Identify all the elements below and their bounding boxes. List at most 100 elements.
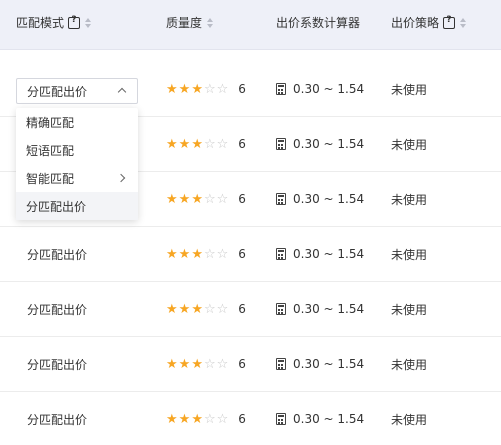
calculator-icon[interactable] (276, 358, 286, 370)
star-filled-icon: ★ (178, 191, 191, 207)
table-row: 分匹配出价 ★★★☆☆6 0.30 ~ 1.54 未使用 (0, 227, 501, 282)
star-empty-icon: ☆ (203, 246, 216, 262)
bid-calculator-cell[interactable]: 0.30 ~ 1.54 (276, 117, 364, 171)
table-row: 分匹配出价 ★★★☆☆ 6 0.30 ~ 1.54 未使用 (0, 282, 501, 337)
column-header-match-mode[interactable]: 匹配模式 (16, 0, 92, 45)
quality-cell: ★ ★ ★ ☆ ☆ 6 (166, 227, 246, 281)
calculator-icon[interactable] (276, 138, 286, 150)
bid-calculator-cell[interactable]: 0.30 ~ 1.54 (276, 282, 364, 336)
table-row: 分匹配出价★★★☆☆60.30 ~ 1.54未使用 (0, 392, 501, 445)
sort-icon[interactable] (207, 17, 214, 28)
match-mode-select-value: 分匹配出价 (27, 84, 88, 99)
star-empty-icon: ☆ (216, 411, 229, 427)
bid-strategy-cell: 未使用 (391, 172, 427, 226)
bid-coefficient-range: 0.30 ~ 1.54 (293, 247, 365, 261)
match-mode-text: 分匹配出价 (27, 357, 88, 372)
bid-strategy-text: 未使用 (391, 192, 428, 207)
star-filled-icon: ★ (178, 356, 191, 372)
column-header-bid-strategy[interactable]: 出价策略 (391, 0, 467, 45)
match-mode-text: 分匹配出价 (27, 247, 88, 262)
bid-strategy-header-label: 出价策略 (391, 16, 440, 30)
bid-strategy-cell: 未使用 (391, 227, 427, 281)
chevron-right-icon (116, 173, 126, 183)
quality-cell: ★ ★ ★ ☆ ☆ 6 (166, 282, 246, 336)
column-header-bid-calculator: 出价系数计算器 (276, 0, 360, 45)
star-rating: ★ ★ ★ ☆ ☆ (166, 248, 228, 261)
star-rating: ★ ★ ★ ☆ ☆ (166, 358, 228, 371)
quality-cell: ★ ★ ★ ☆ ☆ 6 (166, 62, 246, 116)
quality-score: 6 (238, 302, 246, 316)
star-filled-icon: ★ (191, 411, 203, 427)
quality-cell: ★ ★ ★ ☆ ☆ 6 (166, 117, 246, 171)
match-mode-cell[interactable]: 分匹配出价 (27, 337, 87, 391)
dropdown-option-label: 短语匹配 (26, 143, 75, 158)
bid-strategy-text: 未使用 (391, 82, 428, 97)
match-mode-text: 分匹配出价 (27, 412, 88, 427)
bid-strategy-cell: 未使用 (391, 337, 427, 391)
help-icon[interactable] (443, 15, 456, 29)
bid-strategy-text: 未使用 (391, 357, 428, 372)
sort-icon[interactable] (460, 17, 467, 28)
match-mode-cell[interactable]: 分匹配出价 (27, 227, 87, 281)
column-header-quality[interactable]: 质量度 (166, 0, 214, 45)
bid-coefficient-range: 0.30 ~ 1.54 (293, 412, 365, 426)
star-filled-icon: ★ (178, 246, 191, 262)
bid-strategy-text: 未使用 (391, 412, 428, 427)
star-rating: ★ ★ ★ ☆ ☆ (166, 413, 228, 426)
dropdown-option-phrase[interactable]: 短语匹配 (16, 136, 138, 164)
star-filled-icon: ★ (191, 301, 203, 317)
calculator-icon[interactable] (276, 303, 286, 315)
calculator-icon[interactable] (276, 248, 286, 260)
star-rating: ★ ★ ★ ☆ ☆ (166, 83, 228, 96)
bid-calculator-cell[interactable]: 0.30 ~ 1.54 (276, 337, 364, 391)
table-row: 分匹配出价★★★☆☆60.30 ~ 1.54未使用 (0, 337, 501, 392)
match-mode-dropdown-menu: 精确匹配 短语匹配 智能匹配 分匹配出价 (16, 108, 138, 220)
match-mode-cell[interactable]: 分匹配出价 (27, 392, 87, 445)
chevron-up-icon (117, 87, 127, 97)
star-filled-icon: ★ (166, 246, 178, 262)
bid-strategy-cell: 未使用 (391, 117, 427, 171)
star-filled-icon: ★ (178, 301, 191, 317)
dropdown-option-exact[interactable]: 精确匹配 (16, 108, 138, 136)
bid-strategy-cell: 未使用 (391, 62, 427, 116)
calculator-icon[interactable] (276, 413, 286, 425)
star-filled-icon: ★ (166, 356, 178, 372)
quality-cell: ★ ★ ★ ☆ ☆ 6 (166, 337, 246, 391)
star-filled-icon: ★ (191, 246, 203, 262)
dropdown-option-smart[interactable]: 智能匹配 (16, 164, 138, 192)
star-empty-icon: ☆ (216, 356, 229, 372)
star-empty-icon: ☆ (216, 191, 229, 207)
help-icon[interactable] (68, 15, 81, 29)
match-mode-select[interactable]: 分匹配出价 (16, 78, 138, 104)
bid-calculator-cell[interactable]: 0.30 ~ 1.54 (276, 227, 364, 281)
star-empty-icon: ☆ (216, 136, 229, 152)
quality-score: 6 (238, 412, 246, 426)
match-mode-text: 分匹配出价 (27, 302, 88, 317)
dropdown-option-label: 分匹配出价 (26, 199, 87, 214)
bid-calculator-cell[interactable]: 0.30 ~ 1.54 (276, 172, 364, 226)
bid-coefficient-range: 0.30 ~ 1.54 (293, 192, 365, 206)
star-filled-icon: ★ (166, 81, 178, 97)
star-rating: ★ ★ ★ ☆ ☆ (166, 303, 228, 316)
sort-icon[interactable] (85, 17, 92, 28)
star-rating: ★ ★ ★ ☆ ☆ (166, 138, 228, 151)
bid-coefficient-range: 0.30 ~ 1.54 (293, 357, 365, 371)
dropdown-option-label: 智能匹配 (26, 171, 75, 186)
dropdown-option-split-bid[interactable]: 分匹配出价 (16, 192, 138, 220)
star-empty-icon: ☆ (203, 136, 216, 152)
table-header: 匹配模式 质量度 出价系数计算器 出价策略 (0, 0, 501, 50)
dropdown-option-label: 精确匹配 (26, 115, 75, 130)
bid-coefficient-range: 0.30 ~ 1.54 (293, 137, 365, 151)
star-filled-icon: ★ (191, 81, 203, 97)
bid-calculator-header-label: 出价系数计算器 (276, 16, 361, 30)
calculator-icon[interactable] (276, 83, 286, 95)
match-mode-cell[interactable]: 分匹配出价 (27, 282, 87, 336)
quality-score: 6 (238, 357, 246, 371)
bid-calculator-cell[interactable]: 0.30 ~ 1.54 (276, 392, 364, 445)
bid-calculator-cell[interactable]: 0.30 ~ 1.54 (276, 62, 364, 116)
bid-strategy-cell: 未使用 (391, 282, 427, 336)
calculator-icon[interactable] (276, 193, 286, 205)
star-filled-icon: ★ (178, 81, 191, 97)
star-filled-icon: ★ (191, 356, 203, 372)
star-filled-icon: ★ (166, 411, 178, 427)
